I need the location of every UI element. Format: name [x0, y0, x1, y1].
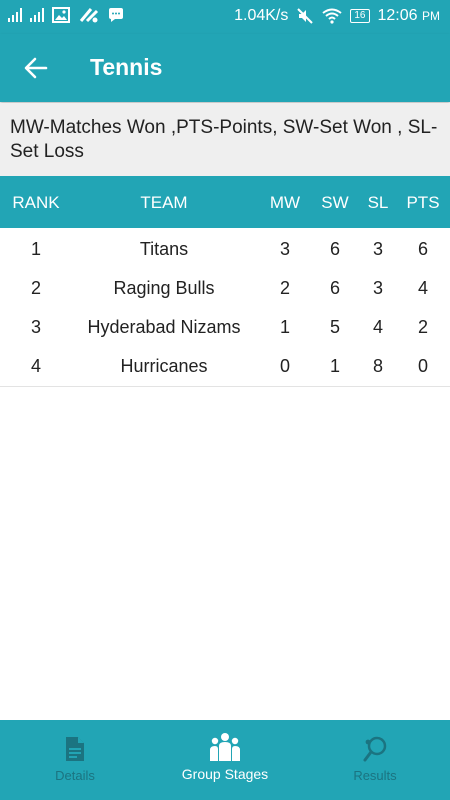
sports-notification-icon	[79, 8, 99, 23]
wifi-icon	[322, 8, 342, 24]
header-team: TEAM	[140, 193, 188, 212]
abbreviation-legend: MW-Matches Won ,PTS-Points, SW-Set Won ,…	[0, 103, 450, 176]
page-title: Tennis	[90, 54, 163, 80]
status-bar: 1.04K/s 16 12:06 PM	[0, 0, 450, 34]
clock-time: 12:06	[377, 7, 418, 24]
table-row: 3 Hyderabad Nizams 1 5 4 2	[0, 307, 450, 346]
table-row: 2 Raging Bulls 2 6 3 4	[0, 268, 450, 307]
document-icon	[66, 737, 84, 761]
team-cell: Hurricanes	[120, 356, 208, 376]
table-divider	[0, 386, 450, 387]
team-cell: Hyderabad Nizams	[87, 317, 241, 337]
header-sw: SW	[321, 193, 349, 212]
battery-level: 16	[354, 10, 366, 21]
tennis-racket-icon	[363, 736, 387, 762]
team-cell: Raging Bulls	[113, 278, 215, 298]
app-bar: Tennis	[0, 34, 450, 102]
sw-cell: 1	[329, 356, 340, 376]
nav-group-stages-label: Group Stages	[181, 766, 269, 782]
battery-icon: 16	[350, 9, 370, 23]
pts-cell: 6	[417, 239, 428, 259]
message-icon	[109, 8, 123, 22]
signal-2-icon	[30, 8, 44, 22]
rank-cell: 2	[30, 278, 41, 298]
sw-cell: 5	[329, 317, 340, 337]
team-cell: Titans	[139, 239, 189, 259]
sw-cell: 6	[329, 239, 340, 259]
mw-cell: 2	[279, 278, 290, 298]
image-icon	[52, 7, 70, 23]
signal-1-icon	[8, 8, 22, 22]
mw-cell: 1	[279, 317, 290, 337]
bottom-navigation: Details Group Stages Results	[0, 720, 450, 800]
sw-cell: 6	[329, 278, 340, 298]
pts-cell: 0	[417, 356, 428, 376]
sl-cell: 3	[372, 278, 383, 298]
nav-details[interactable]: Details	[0, 720, 150, 800]
header-pts: PTS	[406, 193, 440, 212]
header-mw: MW	[269, 193, 301, 212]
mute-icon	[297, 8, 314, 24]
nav-details-label: Details	[55, 768, 95, 783]
sl-cell: 8	[372, 356, 383, 376]
mw-cell: 3	[279, 239, 290, 259]
nav-group-stages[interactable]: Group Stages	[150, 720, 300, 800]
sl-cell: 3	[372, 239, 383, 259]
table-header: RANK TEAM MW SW SL PTS	[0, 176, 450, 228]
table-row: 4 Hurricanes 0 1 8 0	[0, 346, 450, 385]
table-row: 1 Titans 3 6 3 6	[0, 229, 450, 268]
nav-results[interactable]: Results	[300, 720, 450, 800]
clock: 12:06 PM	[378, 7, 441, 25]
pts-cell: 2	[417, 317, 428, 337]
sl-cell: 4	[372, 317, 383, 337]
nav-results-label: Results	[353, 768, 397, 783]
clock-ampm: PM	[422, 9, 440, 23]
mw-cell: 0	[279, 356, 290, 376]
status-right-icons: 1.04K/s 16 12:06 PM	[234, 7, 440, 25]
back-arrow-icon[interactable]	[22, 54, 50, 82]
header-sl: SL	[367, 193, 389, 212]
pts-cell: 4	[417, 278, 428, 298]
rank-cell: 3	[30, 317, 41, 337]
rank-cell: 1	[30, 239, 41, 259]
group-icon	[210, 733, 240, 761]
header-rank: RANK	[12, 193, 60, 212]
rank-cell: 4	[30, 356, 41, 376]
network-speed: 1.04K/s	[234, 7, 289, 24]
status-left-icons	[8, 6, 124, 24]
